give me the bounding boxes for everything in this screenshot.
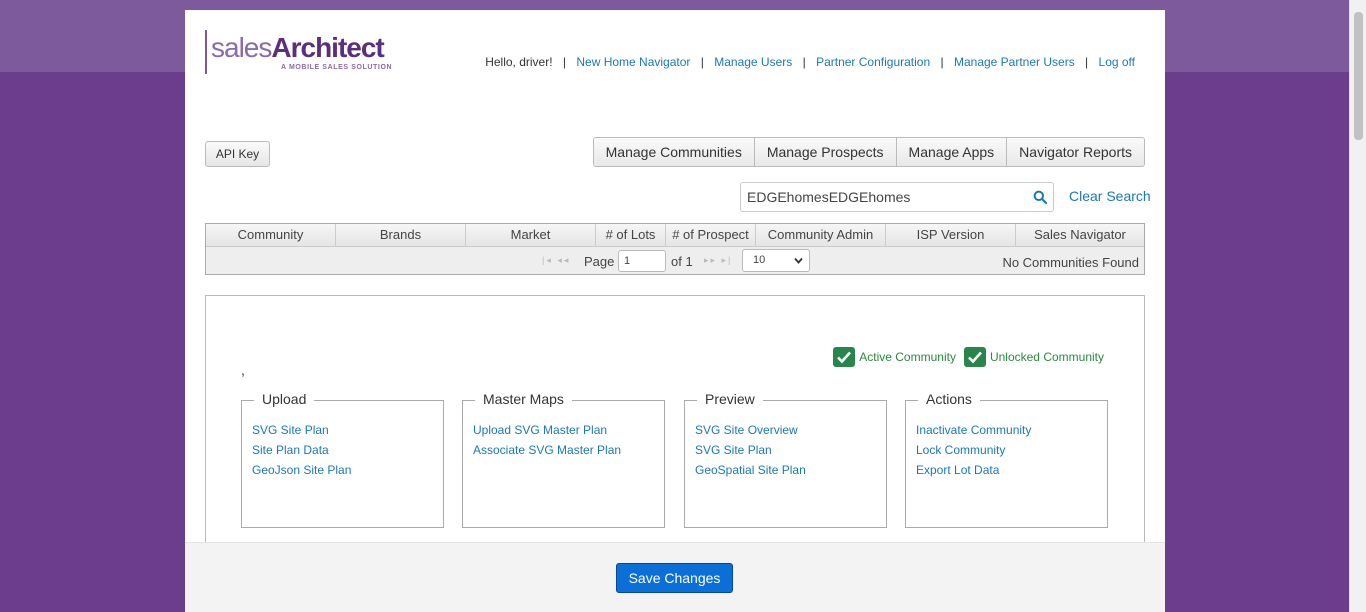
- master-maps-section: Master Maps Upload SVG Master Plan Assoc…: [462, 391, 665, 528]
- community-detail-panel: , Active Community Unlocked Community Up…: [205, 295, 1145, 555]
- grid-header: Community Brands Market # of Lots # of P…: [206, 224, 1144, 247]
- logo-bar: [205, 30, 207, 74]
- section-links: SVG Site Overview SVG Site Plan GeoSpati…: [695, 420, 806, 480]
- section-title: Actions: [918, 391, 980, 407]
- column-header-lots[interactable]: # of Lots: [596, 224, 666, 246]
- logo-wordmark: salesArchitect: [211, 32, 385, 63]
- separator: |: [940, 55, 944, 69]
- greeting: Hello, driver!: [485, 55, 553, 69]
- separator: |: [802, 55, 806, 69]
- nav-new-home-navigator[interactable]: New Home Navigator: [576, 55, 690, 69]
- search-icon[interactable]: [1033, 190, 1047, 204]
- page-size-value: 10: [753, 254, 766, 266]
- section-links: SVG Site Plan Site Plan Data GeoJson Sit…: [252, 420, 351, 480]
- link-site-plan-data[interactable]: Site Plan Data: [252, 440, 351, 460]
- link-associate-svg-master-plan[interactable]: Associate SVG Master Plan: [473, 440, 621, 460]
- column-header-market[interactable]: Market: [466, 224, 596, 246]
- search-box: [740, 182, 1054, 212]
- first-prev-page-icon[interactable]: |◂ ◂◂: [542, 255, 570, 266]
- tab-manage-prospects[interactable]: Manage Prospects: [754, 138, 897, 166]
- link-lock-community[interactable]: Lock Community: [916, 440, 1031, 460]
- preview-section: Preview SVG Site Overview SVG Site Plan …: [684, 391, 887, 528]
- save-footer: Save Changes: [185, 542, 1165, 612]
- link-export-lot-data[interactable]: Export Lot Data: [916, 460, 1031, 480]
- save-changes-button[interactable]: Save Changes: [616, 563, 733, 593]
- separator: |: [562, 55, 567, 69]
- page-number-input[interactable]: 1: [618, 250, 666, 272]
- page-label: Page: [584, 254, 615, 269]
- grid-pager: |◂ ◂◂ Page 1 of 1 ▸▸ ▸| 10 No Communitie…: [206, 248, 1144, 274]
- column-header-brands[interactable]: Brands: [336, 224, 466, 246]
- upload-section: Upload SVG Site Plan Site Plan Data GeoJ…: [241, 391, 444, 528]
- section-title: Preview: [697, 391, 763, 407]
- top-navigation: Hello, driver! | New Home Navigator | Ma…: [485, 55, 1135, 69]
- column-header-prospect[interactable]: # of Prospect: [666, 224, 756, 246]
- separator: |: [1085, 55, 1089, 69]
- link-inactivate-community[interactable]: Inactivate Community: [916, 420, 1031, 440]
- page-scrollbar[interactable]: [1349, 0, 1366, 612]
- tab-navigator-reports[interactable]: Navigator Reports: [1007, 138, 1144, 166]
- nav-manage-users[interactable]: Manage Users: [714, 55, 792, 69]
- section-title: Upload: [254, 391, 315, 407]
- link-upload-svg-master-plan[interactable]: Upload SVG Master Plan: [473, 420, 621, 440]
- tab-manage-communities[interactable]: Manage Communities: [593, 138, 755, 166]
- checkbox-checked-icon[interactable]: [963, 347, 986, 367]
- link-geospatial-site-plan[interactable]: GeoSpatial Site Plan: [695, 460, 806, 480]
- search-input[interactable]: [747, 188, 1027, 206]
- section-links: Inactivate Community Lock Community Expo…: [916, 420, 1031, 480]
- scrollbar-thumb[interactable]: [1354, 12, 1363, 140]
- link-geojson-site-plan[interactable]: GeoJson Site Plan: [252, 460, 351, 480]
- management-tabs: Manage Communities Manage Prospects Mana…: [592, 137, 1145, 167]
- active-community-label: Active Community: [859, 350, 956, 364]
- tab-manage-apps[interactable]: Manage Apps: [896, 138, 1008, 166]
- section-title: Master Maps: [475, 391, 572, 407]
- separator: |: [700, 55, 704, 69]
- column-header-sales-navigator[interactable]: Sales Navigator: [1016, 224, 1144, 246]
- next-last-page-icon[interactable]: ▸▸ ▸|: [704, 255, 732, 266]
- nav-manage-partner-users[interactable]: Manage Partner Users: [954, 55, 1075, 69]
- column-header-community-admin[interactable]: Community Admin: [756, 224, 886, 246]
- column-header-community[interactable]: Community: [206, 224, 336, 246]
- section-links: Upload SVG Master Plan Associate SVG Mas…: [473, 420, 621, 460]
- nav-partner-configuration[interactable]: Partner Configuration: [816, 55, 930, 69]
- link-svg-site-plan[interactable]: SVG Site Plan: [252, 420, 351, 440]
- communities-grid: Community Brands Market # of Lots # of P…: [205, 223, 1145, 275]
- nav-log-off[interactable]: Log off: [1099, 55, 1135, 69]
- page-size-select[interactable]: 10: [742, 249, 810, 272]
- column-header-isp-version[interactable]: ISP Version: [886, 224, 1016, 246]
- logo-tagline: A MOBILE SALES SOLUTION: [281, 64, 393, 71]
- api-key-button[interactable]: API Key: [205, 141, 270, 167]
- active-community-toggle[interactable]: Active Community: [833, 347, 956, 367]
- page-count-label: of 1: [671, 254, 693, 269]
- sales-architect-logo[interactable]: salesArchitect A MOBILE SALES SOLUTION: [205, 30, 405, 90]
- link-svg-site-plan-preview[interactable]: SVG Site Plan: [695, 440, 806, 460]
- clear-search-link[interactable]: Clear Search: [1069, 188, 1151, 204]
- chevron-down-icon: [794, 257, 803, 264]
- unlocked-community-toggle[interactable]: Unlocked Community: [963, 347, 1104, 367]
- community-status-toggles: Active Community Unlocked Community: [825, 347, 1104, 367]
- link-svg-site-overview[interactable]: SVG Site Overview: [695, 420, 806, 440]
- unlocked-community-label: Unlocked Community: [989, 350, 1104, 364]
- main-container: salesArchitect A MOBILE SALES SOLUTION H…: [185, 10, 1165, 612]
- actions-section: Actions Inactivate Community Lock Commun…: [905, 391, 1108, 528]
- checkbox-checked-icon[interactable]: [833, 347, 856, 367]
- grid-status: No Communities Found: [1002, 255, 1139, 270]
- community-name: ,: [241, 362, 245, 378]
